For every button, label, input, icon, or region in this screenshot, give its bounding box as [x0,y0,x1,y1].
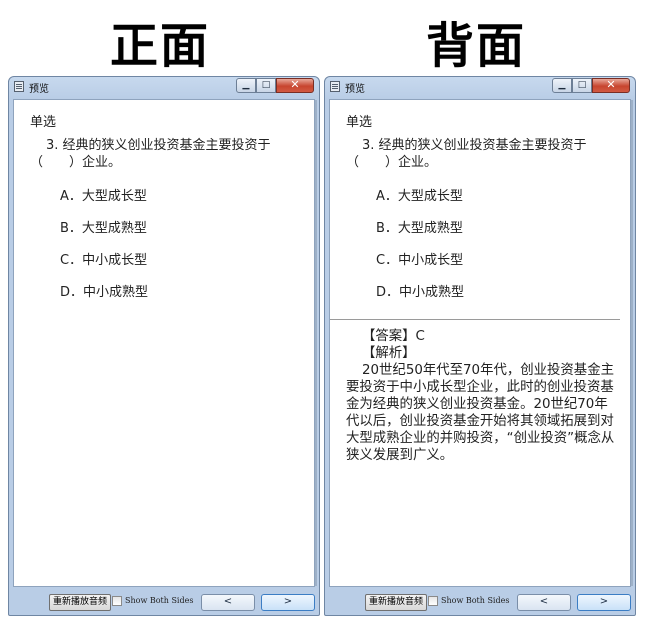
question-content: 单选 3. 经典的狭义创业投资基金主要投资于（ ）企业。 A．大型成长型 B．大… [330,114,620,464]
option-d: D．中小成熟型 [376,277,618,309]
back-heading: 背面 [425,18,526,74]
replay-audio-button[interactable]: 重新播放音频 [365,594,428,611]
app-icon [330,81,340,92]
option-a: A．大型成长型 [376,181,618,213]
close-button[interactable]: ✕ [276,78,314,93]
option-text: 大型成熟型 [81,221,147,236]
option-text: 中小成长型 [398,253,464,268]
show-both-sides-checkbox[interactable] [428,596,438,606]
option-list: A．大型成长型 B．大型成熟型 C．中小成长型 D．中小成熟型 [30,181,302,309]
option-text: 大型成长型 [81,189,147,204]
window-controls: ▁ □ ✕ [236,78,314,93]
question-type: 单选 [30,115,57,130]
maximize-button[interactable]: □ [572,78,592,93]
question-content: 单选 3. 经典的狭义创业投资基金主要投资于（ ）企业。 A．大型成长型 B．大… [30,114,302,309]
option-letter: C． [60,253,83,268]
title-bar[interactable]: 预览 ▁ □ ✕ [325,77,635,97]
option-letter: D． [60,285,84,300]
option-a: A．大型成长型 [60,181,302,213]
next-button[interactable]: > [577,594,631,611]
answer-section: 【答案】C 【解析】 20世纪50年代至70年代，创业投资基金主要投资于中小成长… [346,328,618,464]
analysis-label: 【解析】 [362,346,416,361]
option-c: C．中小成长型 [60,245,302,277]
option-letter: B． [60,221,82,236]
card-content-area: 单选 3. 经典的狭义创业投资基金主要投资于（ ）企业。 A．大型成长型 B．大… [329,99,633,587]
show-both-sides-label: Show Both Sides [441,596,510,605]
question-stem: 3. 经典的狭义创业投资基金主要投资于（ ）企业。 [30,138,271,170]
maximize-button[interactable]: □ [256,78,276,93]
option-text: 中小成熟型 [83,285,149,300]
bottom-toolbar: 重新播放音频 Show Both Sides < > [13,591,315,612]
previous-button[interactable]: < [201,594,255,611]
option-b: B．大型成熟型 [60,213,302,245]
option-letter: D． [376,285,400,300]
window-title: 预览 [345,84,365,95]
minimize-button[interactable]: ▁ [236,78,256,93]
next-button[interactable]: > [261,594,315,611]
option-text: 大型成长型 [397,189,463,204]
scrollbar[interactable] [315,100,317,586]
replay-audio-button[interactable]: 重新播放音频 [49,594,112,611]
question-type: 单选 [346,115,373,130]
option-letter: C． [376,253,399,268]
scrollbar[interactable] [631,100,633,586]
option-d: D．中小成熟型 [60,277,302,309]
card-content-area: 单选 3. 经典的狭义创业投资基金主要投资于（ ）企业。 A．大型成长型 B．大… [13,99,317,587]
back-preview-window: 预览 ▁ □ ✕ 单选 3. 经典的狭义创业投资基金主要投资于（ ）企业。 A．… [324,76,636,616]
option-text: 中小成熟型 [399,285,465,300]
option-letter: A． [376,189,398,204]
answer-label: 【答案】C [362,329,425,344]
front-preview-window: 预览 ▁ □ ✕ 单选 3. 经典的狭义创业投资基金主要投资于（ ）企业。 A．… [8,76,320,616]
option-b: B．大型成熟型 [376,213,618,245]
option-c: C．中小成长型 [376,245,618,277]
show-both-sides-label: Show Both Sides [125,596,194,605]
previous-button[interactable]: < [517,594,571,611]
bottom-toolbar: 重新播放音频 Show Both Sides < > [329,591,631,612]
option-list: A．大型成长型 B．大型成熟型 C．中小成长型 D．中小成熟型 [346,181,618,309]
option-text: 大型成熟型 [397,221,463,236]
analysis-text: 20世纪50年代至70年代，创业投资基金主要投资于中小成长型企业，此时的创业投资… [346,363,615,463]
answer-divider [330,319,620,320]
app-icon [14,81,24,92]
window-title: 预览 [29,84,49,95]
option-letter: B． [376,221,398,236]
window-controls: ▁ □ ✕ [552,78,630,93]
question-stem: 3. 经典的狭义创业投资基金主要投资于（ ）企业。 [346,138,587,170]
title-bar[interactable]: 预览 ▁ □ ✕ [9,77,319,97]
option-letter: A． [60,189,82,204]
minimize-button[interactable]: ▁ [552,78,572,93]
show-both-sides-checkbox[interactable] [112,596,122,606]
close-button[interactable]: ✕ [592,78,630,93]
option-text: 中小成长型 [82,253,148,268]
front-heading: 正面 [109,18,210,74]
